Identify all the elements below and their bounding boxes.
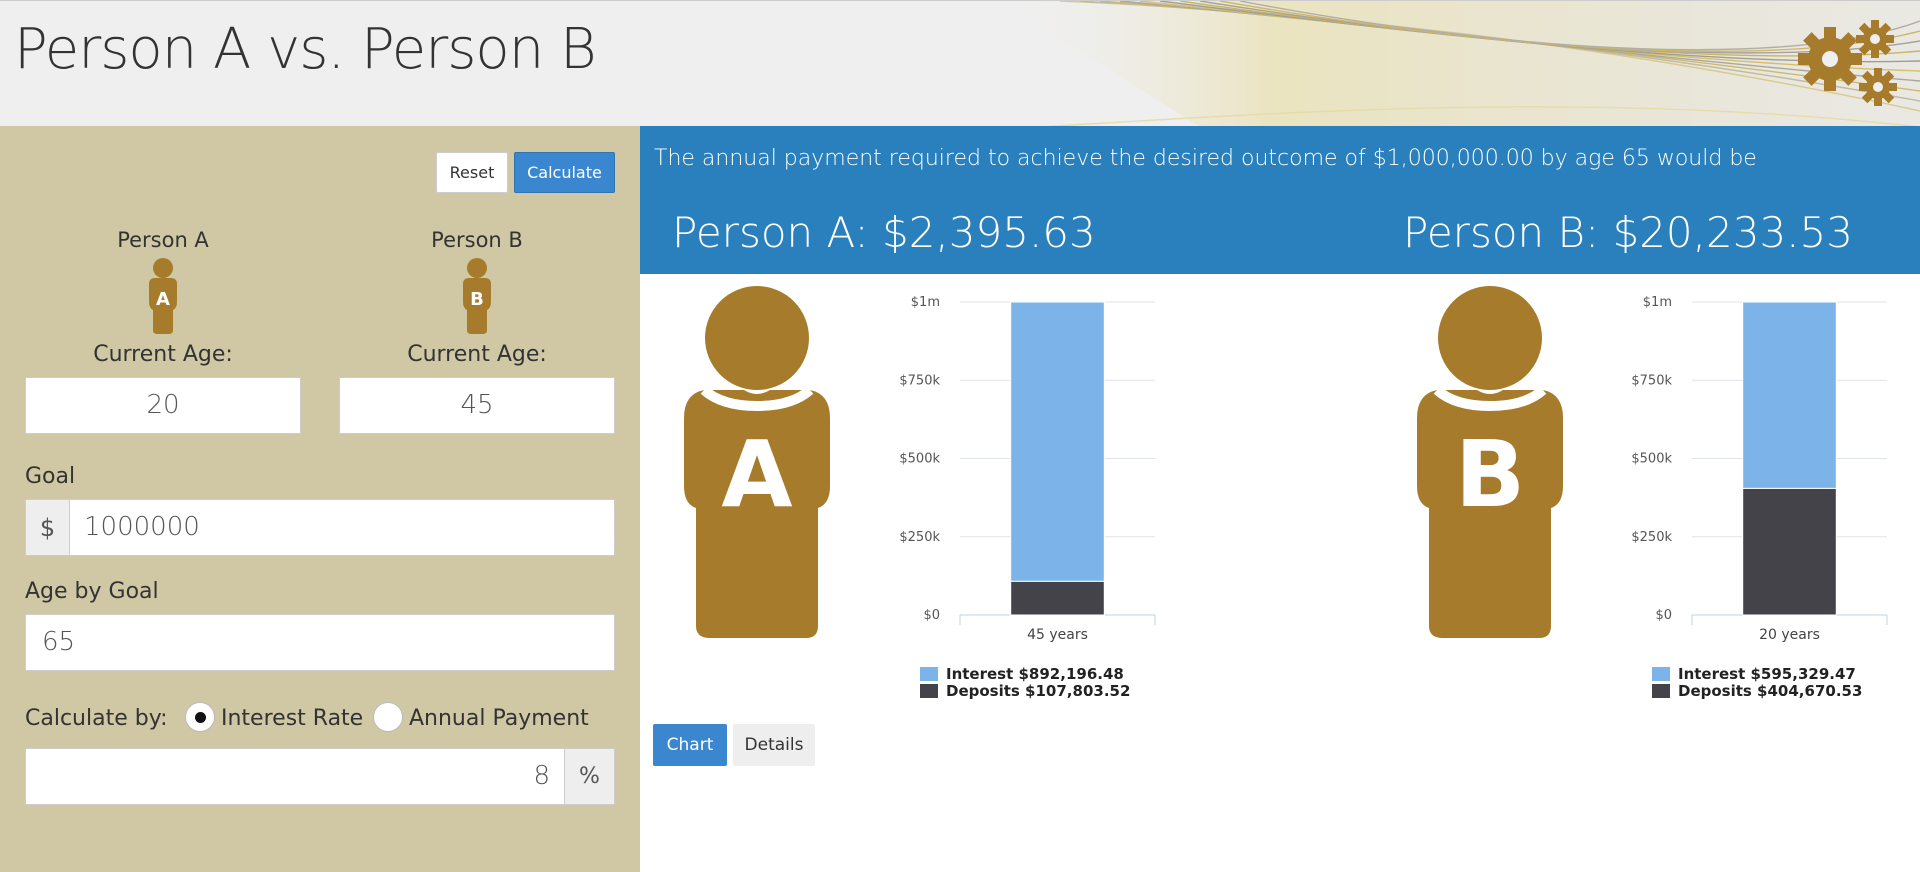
bar-segment-deposits[interactable] (1010, 580, 1105, 616)
annual-payment-radio[interactable] (373, 702, 403, 732)
y-tick-label: $1m (911, 295, 940, 310)
goal-label: Goal (25, 464, 76, 489)
y-tick-label: $500k (1631, 452, 1672, 467)
y-tick-label: $750k (899, 373, 940, 388)
y-tick-label: $0 (1655, 608, 1672, 623)
y-tick-label: $250k (899, 530, 940, 545)
calculator-form-panel: Reset Calculate Person A A Current Age: … (0, 126, 640, 872)
age-by-goal-label: Age by Goal (25, 579, 159, 604)
interest-rate-radio-label[interactable]: Interest Rate (221, 706, 363, 731)
svg-text:B: B (470, 289, 484, 310)
person-b-name: Person B (431, 228, 523, 252)
goal-input-group: $ 1000000 (25, 499, 615, 556)
legend-deposits-label: Deposits $404,670.53 (1678, 681, 1863, 700)
person-b-age-input[interactable]: 45 (339, 377, 615, 434)
age-by-goal-input[interactable]: 65 (25, 614, 615, 671)
person-a-figure-icon: A (684, 286, 830, 638)
x-tick-label: 20 years (1759, 627, 1820, 643)
person-a-chart-legend: Interest $892,196.48 Deposits $107,803.5… (920, 664, 1131, 700)
percent-addon: % (564, 749, 614, 804)
bar-segment-interest[interactable] (1742, 301, 1837, 489)
reset-button[interactable]: Reset (436, 152, 508, 193)
legend-deposits-label: Deposits $107,803.52 (946, 681, 1131, 700)
person-b-icon: B (463, 258, 491, 334)
svg-text:A: A (156, 289, 170, 310)
interest-rate-input[interactable]: 8 (26, 749, 564, 804)
person-a-figure-letter: A (721, 421, 792, 528)
bar-segment-interest[interactable] (1010, 301, 1105, 582)
person-b-chart-legend: Interest $595,329.47 Deposits $404,670.5… (1652, 664, 1863, 700)
page-title: Person A vs. Person B (14, 17, 597, 82)
person-b-result: Person B: $20,233.53 (1403, 208, 1853, 257)
y-tick-label: $250k (1631, 530, 1672, 545)
header-swirl-decoration (1000, 1, 1920, 126)
legend-item-deposits[interactable]: Deposits $107,803.52 (920, 681, 1131, 700)
y-tick-label: $500k (899, 452, 940, 467)
calculate-by-label: Calculate by: (25, 706, 168, 731)
deposits-swatch (920, 683, 938, 698)
y-tick-label: $750k (1631, 373, 1672, 388)
person-b-age-label: Current Age: (407, 342, 547, 367)
person-a-age-label: Current Age: (93, 342, 233, 367)
goal-input[interactable]: 1000000 (70, 500, 200, 555)
y-tick-label: $1m (1643, 295, 1672, 310)
legend-item-deposits[interactable]: Deposits $404,670.53 (1652, 681, 1863, 700)
person-a-column: Person A A Current Age: 20 (25, 228, 301, 434)
y-tick-label: $0 (923, 608, 940, 623)
legend-interest-label: Interest $595,329.47 (1678, 664, 1856, 683)
person-b-figure-icon: B (1417, 286, 1563, 638)
person-a-chart: $0 $250k $500k $750k $1m 45 years (899, 295, 1156, 643)
person-a-result: Person A: $2,395.63 (672, 208, 1096, 257)
tab-details[interactable]: Details (733, 724, 815, 766)
x-tick-label: 45 years (1027, 627, 1088, 643)
result-banner: The annual payment required to achieve t… (640, 126, 1920, 274)
rate-input-group: 8 % (25, 748, 615, 805)
annual-payment-radio-label[interactable]: Annual Payment (409, 706, 589, 731)
gears-icon (1798, 20, 1897, 106)
legend-item-interest[interactable]: Interest $595,329.47 (1652, 664, 1862, 683)
goal-currency-addon: $ (26, 500, 70, 555)
person-a-age-input[interactable]: 20 (25, 377, 301, 434)
interest-swatch (1652, 666, 1670, 681)
calculate-button[interactable]: Calculate (514, 152, 615, 193)
person-b-figure-letter: B (1455, 421, 1525, 528)
tab-chart[interactable]: Chart (653, 724, 727, 766)
person-b-chart: $0 $250k $500k $750k $1m 20 years (1631, 295, 1888, 643)
legend-interest-label: Interest $892,196.48 (946, 664, 1124, 683)
person-b-column: Person B B Current Age: 45 (339, 228, 615, 434)
legend-item-interest[interactable]: Interest $892,196.48 (920, 664, 1130, 683)
person-a-icon: A (149, 258, 177, 334)
interest-rate-radio[interactable] (185, 702, 215, 732)
person-a-name: Person A (117, 228, 209, 252)
deposits-swatch (1652, 683, 1670, 698)
interest-swatch (920, 666, 938, 681)
app-header: Person A vs. Person B (0, 0, 1920, 126)
result-summary: The annual payment required to achieve t… (654, 146, 1757, 171)
bar-segment-deposits[interactable] (1742, 487, 1837, 616)
